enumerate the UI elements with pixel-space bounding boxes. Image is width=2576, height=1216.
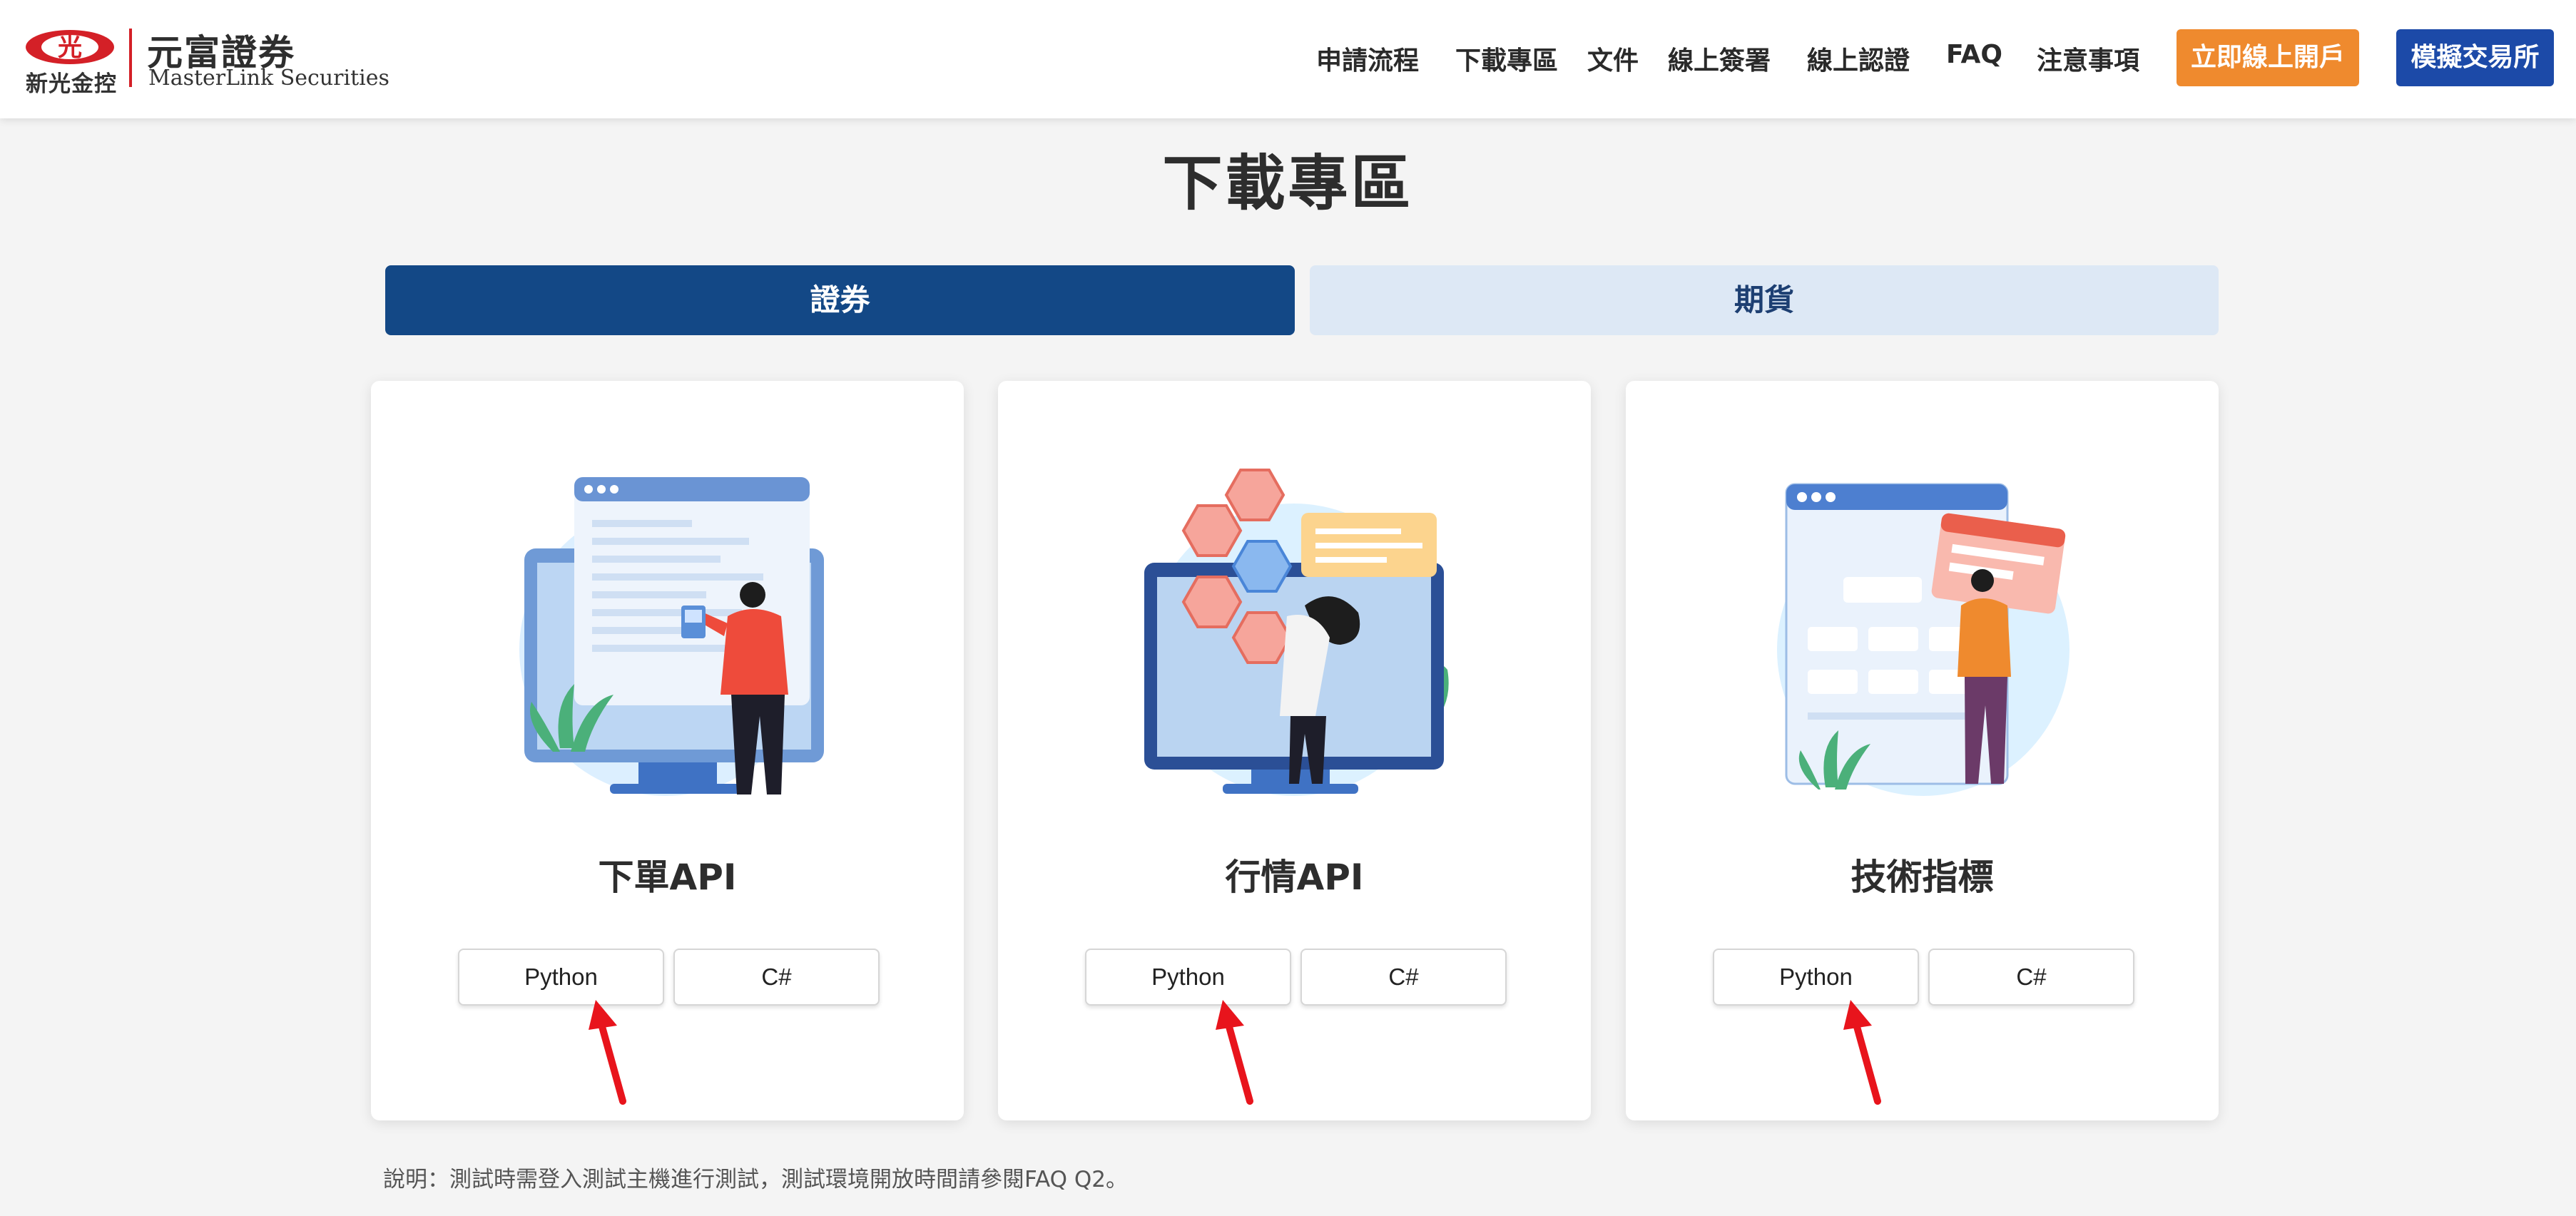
card-title-technical-indicators: 技術指標 [1850,857,1994,898]
tab-futures[interactable]: 期貨 [1310,265,2219,335]
nav-item-download-zone[interactable]: 下載專區 [1455,40,1558,77]
page-title: 下載專區 [1162,148,1414,218]
main-nav: 申請流程 下載專區 文件 線上簽署 線上認證 FAQ 注意事項 立即線上開戶 模… [0,0,2576,118]
illustration-quote-api [1144,469,1449,796]
red-annotation-arrow-icon [1843,1000,1881,1105]
illustration-indicator [1777,483,2070,796]
card-technical-indicators: 技術指標 Python C# [1626,381,2219,1120]
download-python-button[interactable]: Python [1085,949,1291,1006]
nav-item-faq[interactable]: FAQ [1946,40,2002,69]
download-csharp-button[interactable]: C# [1928,949,2134,1006]
card-title-quote-api: 行情API [1225,857,1364,898]
sim-exchange-button[interactable]: 模擬交易所 [2396,29,2554,86]
card-title-order-api: 下單API [598,857,737,898]
card-order-api: 下單API Python C# [371,381,964,1120]
download-python-button[interactable]: Python [458,949,664,1006]
nav-item-notices[interactable]: 注意事項 [2037,40,2139,77]
test-environment-note: 說明：測試時需登入測試主機進行測試，測試環境開放時間請參閱FAQ Q2。 [383,1167,1129,1192]
card-quote-api: 行情API Python C# [998,381,1591,1120]
download-python-button[interactable]: Python [1713,949,1919,1006]
red-annotation-arrow-icon [1216,1000,1253,1105]
site-header: 光 新光金控 元富證券 MasterLink Securities 申請流程 下… [0,0,2576,118]
open-account-button[interactable]: 立即線上開戶 [2177,29,2359,86]
download-csharp-button[interactable]: C# [1300,949,1507,1006]
download-csharp-button[interactable]: C# [673,949,880,1006]
nav-item-application-process[interactable]: 申請流程 [1316,40,1419,77]
nav-item-online-signing[interactable]: 線上簽署 [1668,40,1771,77]
illustration-order-api [519,477,824,796]
nav-item-online-certification[interactable]: 線上認證 [1807,40,1910,77]
nav-item-documents[interactable]: 文件 [1587,40,1639,77]
red-annotation-arrow-icon [589,1000,626,1105]
tab-securities[interactable]: 證券 [385,265,1295,335]
